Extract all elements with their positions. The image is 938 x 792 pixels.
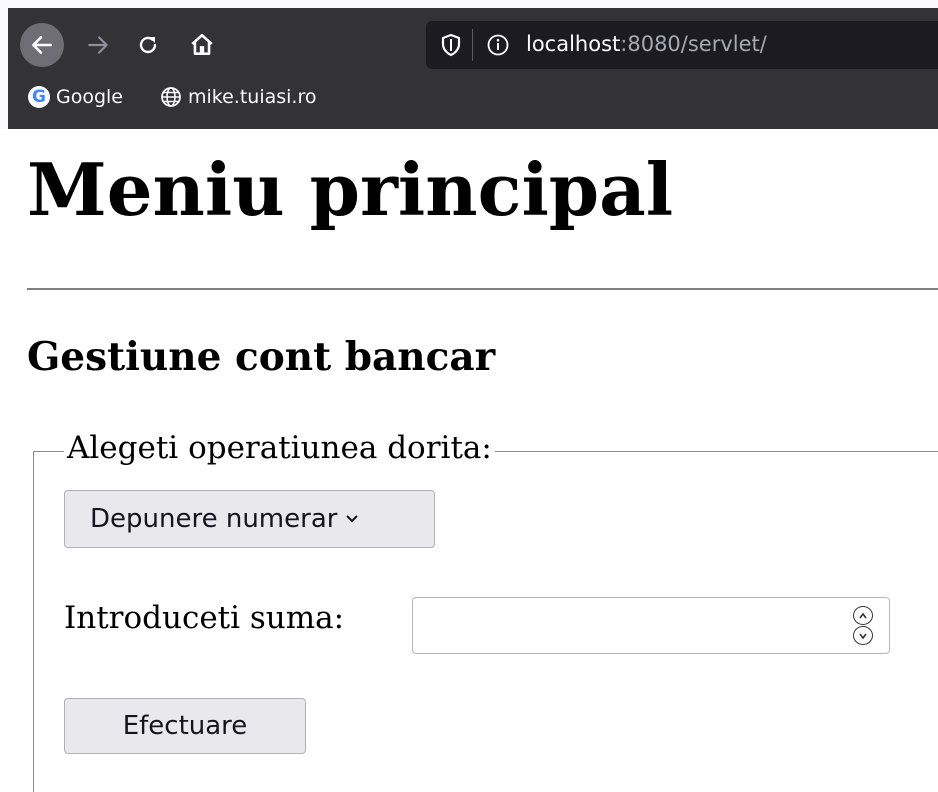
forward-button[interactable] — [78, 22, 118, 68]
fieldset-legend: Alegeti operatiunea dorita: — [64, 430, 495, 466]
reload-button[interactable] — [128, 22, 168, 68]
spin-up-icon[interactable] — [853, 606, 873, 625]
url-text[interactable]: localhost:8080/servlet/ — [526, 32, 767, 56]
horizontal-rule — [27, 288, 938, 290]
operation-select[interactable]: Depunere numerar — [64, 490, 435, 548]
home-button[interactable] — [180, 22, 224, 68]
operation-fieldset: Alegeti operatiunea dorita: Depunere num… — [33, 430, 938, 792]
url-separator — [472, 29, 473, 61]
amount-label: Introduceti suma: — [64, 600, 345, 636]
section-title: Gestiune cont bancar — [27, 334, 496, 380]
back-arrow-icon — [32, 36, 52, 54]
submit-button[interactable]: Efectuare — [64, 698, 306, 754]
chevron-down-icon — [345, 514, 359, 524]
bookmarks-bar: G Google mike.tuiasi.ro — [8, 82, 938, 122]
url-bar[interactable]: localhost:8080/servlet/ — [426, 21, 938, 69]
forward-arrow-icon — [88, 36, 108, 54]
page-title: Meniu principal — [27, 147, 674, 232]
bookmark-label: mike.tuiasi.ro — [188, 86, 317, 108]
bookmark-mike-tuiasi[interactable]: mike.tuiasi.ro — [160, 86, 317, 108]
operation-select-value: Depunere numerar — [90, 504, 338, 534]
window-left-border — [0, 8, 8, 129]
bookmark-google[interactable]: G Google — [28, 86, 123, 108]
url-path: :8080/servlet/ — [620, 32, 767, 56]
google-icon: G — [28, 86, 50, 108]
info-icon[interactable] — [486, 33, 510, 57]
globe-icon — [161, 87, 181, 107]
back-button[interactable] — [16, 22, 68, 68]
home-icon — [191, 33, 213, 55]
page-content: Meniu principal Gestiune cont bancar Ale… — [0, 129, 938, 792]
bookmark-label: Google — [56, 86, 124, 108]
window-top-border — [0, 0, 938, 8]
amount-input[interactable] — [412, 597, 890, 654]
number-spinner[interactable] — [853, 606, 875, 646]
spin-down-icon[interactable] — [853, 626, 873, 645]
shield-icon[interactable] — [440, 33, 462, 57]
url-host: localhost — [526, 32, 621, 56]
reload-icon — [139, 36, 157, 54]
browser-toolbar: localhost:8080/servlet/ G Google mike.tu… — [0, 0, 938, 129]
